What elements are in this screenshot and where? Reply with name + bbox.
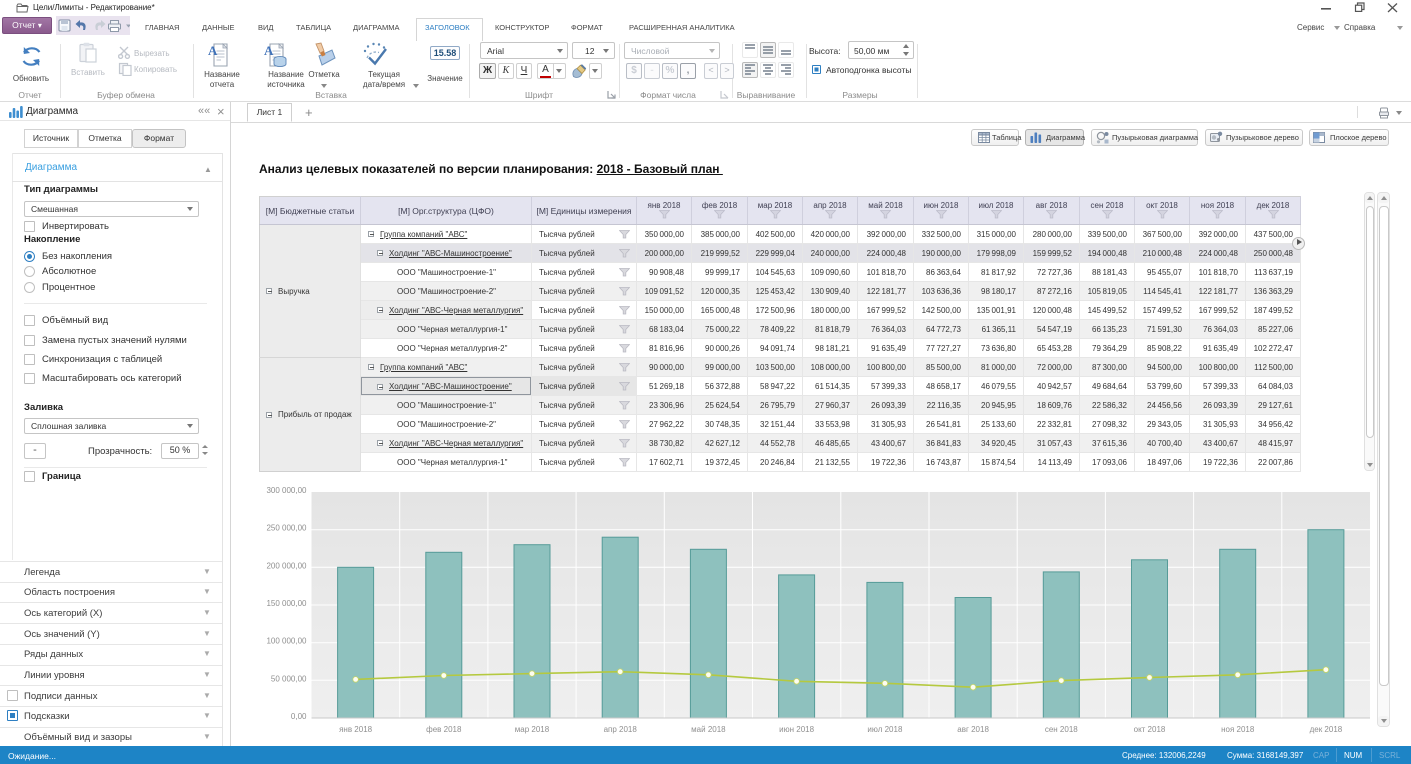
svg-text:янв 2018: янв 2018 [339, 725, 373, 734]
svg-text:ноя 2018: ноя 2018 [1221, 725, 1255, 734]
svg-text:150 000,00: 150 000,00 [266, 599, 307, 608]
svg-text:фев 2018: фев 2018 [426, 725, 462, 734]
svg-text:дек 2018: дек 2018 [1310, 725, 1343, 734]
svg-text:A: A [208, 43, 218, 58]
svg-text:мар 2018: мар 2018 [515, 725, 550, 734]
svg-text:200 000,00: 200 000,00 [266, 561, 307, 570]
svg-text:авг 2018: авг 2018 [957, 725, 989, 734]
svg-text:50 000,00: 50 000,00 [271, 674, 307, 683]
svg-text:июл 2018: июл 2018 [867, 725, 903, 734]
svg-text:A: A [264, 43, 274, 58]
svg-text:апр 2018: апр 2018 [604, 725, 638, 734]
svg-text:100 000,00: 100 000,00 [266, 637, 307, 646]
svg-text:июн 2018: июн 2018 [779, 725, 814, 734]
svg-text:май 2018: май 2018 [691, 725, 726, 734]
svg-text:300 000,00: 300 000,00 [266, 486, 307, 495]
svg-text:сен 2018: сен 2018 [1045, 725, 1078, 734]
svg-text:0,00: 0,00 [291, 712, 307, 721]
svg-text:окт 2018: окт 2018 [1134, 725, 1166, 734]
svg-text:250 000,00: 250 000,00 [266, 524, 307, 533]
